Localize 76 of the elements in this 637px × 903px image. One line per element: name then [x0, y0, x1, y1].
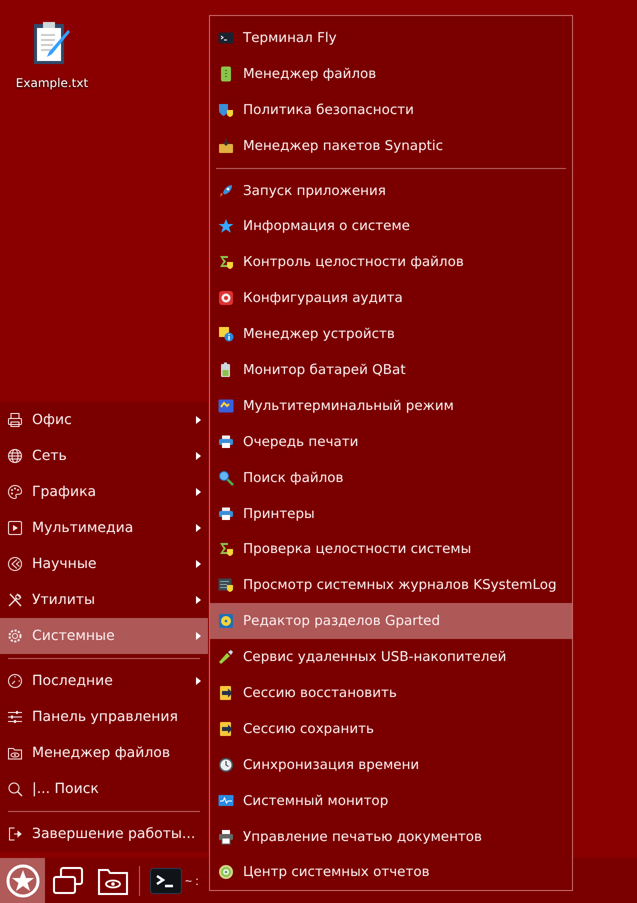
import-icon [218, 720, 234, 737]
printer-icon [218, 434, 234, 450]
settings-icon [7, 628, 23, 644]
usb-stick-icon [218, 649, 234, 666]
info-icon [218, 326, 234, 342]
menu-item[interactable]: Монитор батарей QBat [210, 352, 572, 388]
menu-item[interactable]: Синхронизация времени [210, 746, 572, 783]
menu-item[interactable]: Центр системных отчетов [210, 854, 572, 890]
menu-item[interactable]: Конфигурация аудита [210, 280, 572, 316]
exit-icon [7, 826, 23, 842]
menu-item[interactable]: Принтеры [210, 496, 572, 532]
windows-icon [52, 866, 84, 896]
rocket-icon [218, 182, 234, 198]
menu-item[interactable]: Контроль целостности файлов [210, 244, 572, 280]
star-icon [218, 218, 234, 234]
shield-icon [218, 102, 234, 118]
screens-icon [218, 398, 234, 414]
menu-item[interactable]: Политика безопасности [210, 92, 572, 128]
monitor-icon [218, 792, 234, 809]
sliders-icon [7, 709, 23, 725]
menu-item[interactable]: Сеть [0, 438, 208, 474]
file-label[interactable]: Example.txt [16, 76, 88, 90]
menu-item[interactable]: Сессию сохранить [210, 710, 572, 747]
start-button[interactable] [0, 858, 45, 903]
clipboard-pencil-icon[interactable] [34, 22, 70, 66]
menu-item[interactable]: Утилиты [0, 582, 208, 618]
menu-item[interactable]: Менеджер файлов [210, 56, 572, 92]
tools-icon [7, 592, 23, 608]
menu-item[interactable]: Системный монитор [210, 782, 572, 819]
printer-icon [218, 506, 234, 522]
menu-item[interactable]: Поиск файлов [210, 460, 572, 496]
sigma-icon [218, 254, 234, 270]
menu-item[interactable]: |... Поиск [0, 771, 208, 807]
terminal-task-button[interactable]: ~ : [144, 858, 205, 903]
menu-item[interactable]: Менеджер файлов [0, 735, 208, 771]
chevron-circle-icon [7, 556, 23, 572]
printer-icon [7, 412, 23, 428]
menu-item[interactable]: Редактор разделов Gparted [210, 603, 572, 640]
menu-item[interactable]: Управление печатью документов [210, 818, 572, 854]
log-list-icon [218, 577, 234, 594]
menu-item[interactable]: Графика [0, 474, 208, 510]
magnifier-icon [218, 470, 234, 486]
menu-item[interactable]: Мультитерминальный режим [210, 388, 572, 424]
menu-item[interactable]: Терминал Fly [210, 20, 572, 56]
globe-icon [7, 448, 23, 464]
menu-item[interactable]: Сессию восстановить [210, 675, 572, 711]
palette-icon [7, 484, 23, 500]
menu-item[interactable]: Офис [0, 402, 208, 438]
menu-item[interactable]: Последние [0, 663, 208, 699]
package-icon [218, 138, 234, 154]
import-icon [218, 684, 234, 701]
menu-item[interactable]: Системные [0, 618, 208, 654]
menu-item[interactable]: Сервис удаленных USB-накопителей [210, 639, 572, 676]
terminal-icon [218, 30, 234, 46]
folder-eye-icon [7, 745, 23, 761]
terminal-icon [150, 868, 182, 894]
menu-item[interactable]: Запуск приложения [210, 172, 572, 208]
menu-item[interactable]: Информация о системе [210, 208, 572, 244]
menu-item[interactable]: Очередь печати [210, 424, 572, 460]
search-icon [7, 781, 23, 797]
menu-item[interactable]: Просмотр системных журналов KSystemLog [210, 567, 572, 604]
device-icon [218, 66, 234, 82]
sigma-icon [218, 541, 234, 558]
clock-icon [7, 673, 23, 689]
menu-item[interactable]: Проверка целостности системы [210, 531, 572, 568]
menu-item[interactable]: Завершение работы... [0, 816, 208, 852]
menu-item[interactable]: Менеджер устройств [210, 316, 572, 352]
play-icon [7, 520, 23, 536]
menu-item[interactable]: Панель управления [0, 699, 208, 735]
menu-item[interactable]: Мультимедиа [0, 510, 208, 546]
menu-item[interactable]: Менеджер пакетов Synaptic [210, 128, 572, 164]
target-icon [218, 864, 234, 880]
clock-icon [218, 756, 234, 773]
printer-icon [218, 828, 234, 845]
menu-item[interactable]: Научные [0, 546, 208, 582]
disk-icon [218, 613, 234, 630]
